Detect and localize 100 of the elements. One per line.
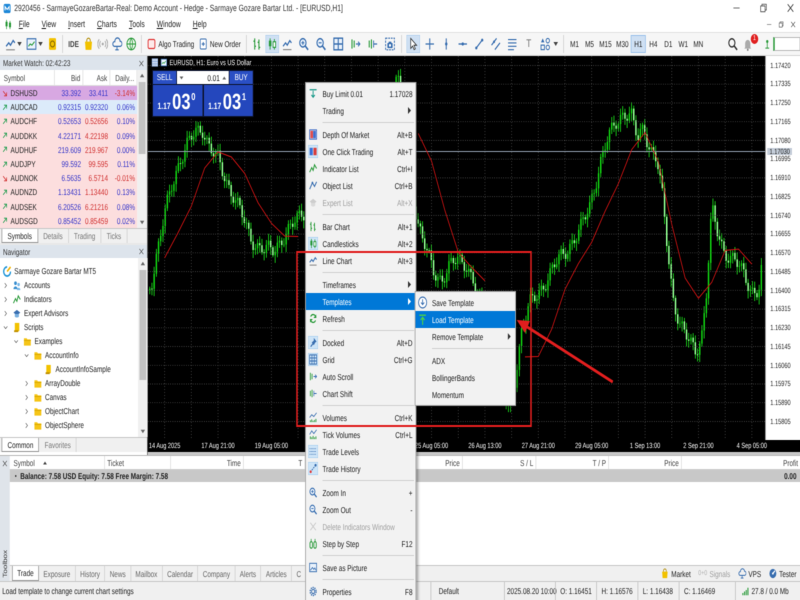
symbol-row[interactable]: AUDNZD 1.13431 1.13440 0.13% (0, 185, 138, 200)
cloud-icon[interactable] (112, 37, 122, 51)
timeframe-button[interactable]: H1 (630, 35, 646, 53)
menu-item[interactable]: Chart Shift (306, 387, 416, 400)
scrollbar-thumb[interactable] (138, 82, 146, 154)
menu-item[interactable]: Tools (122, 19, 151, 29)
timeframe-button[interactable]: M5 (582, 35, 597, 53)
tree-item[interactable]: ObjectSphere (45, 420, 84, 430)
sell-price-button[interactable]: 1.1703$^{0}$ (153, 85, 202, 116)
menu-item[interactable]: Trading (306, 104, 416, 117)
symbol-row[interactable]: DSHUSD 33.392 33.411 -3.14% (0, 86, 138, 100)
caret-icon[interactable] (17, 42, 22, 46)
bars-shift-icon[interactable] (367, 37, 378, 51)
menu-item[interactable]: Object List Ctrl+B (306, 179, 416, 192)
lot-field[interactable]: 0.01 (177, 71, 229, 84)
menu-item[interactable]: Save as Picture (306, 561, 416, 574)
menu-item[interactable]: One Click Trading Alt+T (306, 145, 416, 158)
restore-icon[interactable] (778, 20, 784, 28)
menu-item[interactable]: Timeframes (306, 278, 416, 291)
timeframe-button[interactable]: MN (690, 35, 706, 53)
close-icon[interactable] (786, 3, 794, 13)
column-header[interactable]: Time (171, 456, 244, 469)
scrollbar-thumb[interactable] (140, 270, 146, 380)
menu-item[interactable]: Volumes Ctrl+K (306, 411, 416, 424)
menu-item[interactable]: Grid Ctrl+G (306, 353, 416, 366)
menu-item[interactable]: Load Template (416, 311, 516, 328)
signal-icon[interactable] (764, 37, 771, 51)
tree-item[interactable]: Indicators (24, 294, 52, 304)
algo-trading-button[interactable]: Algo Trading (144, 34, 196, 54)
menu-item[interactable]: Bar Chart Alt+1 (306, 220, 416, 233)
menu-item[interactable]: Tick Volumes Ctrl+L (306, 428, 416, 441)
search-icon[interactable] (727, 37, 738, 51)
symbol-row[interactable]: AUDJPY 99.592 99.595 0.11% (0, 156, 138, 172)
menu-item[interactable]: Buy Limit 0.01 1.17028 (306, 87, 416, 100)
zoom-out-icon[interactable] (315, 37, 326, 51)
menu-item[interactable]: ADX (416, 354, 516, 367)
caret-up-icon[interactable] (140, 260, 146, 267)
tree-item[interactable]: ArrayDouble (45, 378, 80, 388)
chart-bars-icon[interactable] (4, 18, 13, 30)
menu-item[interactable]: Templates (306, 293, 416, 310)
candlestick-icon[interactable] (266, 35, 279, 53)
menu-item[interactable]: Window (150, 19, 187, 29)
timeframe-button[interactable]: D1 (660, 35, 676, 53)
column-header[interactable]: T / P (536, 456, 609, 469)
menu-item[interactable]: Trade History (306, 462, 416, 475)
timeframe-button[interactable]: W1 (676, 35, 691, 53)
menu-item[interactable]: View (36, 19, 62, 29)
menu-item[interactable]: Candlesticks Alt+2 (306, 237, 416, 250)
menu-item[interactable]: BollingerBands (416, 371, 516, 384)
menu-item[interactable]: Charts (91, 19, 123, 29)
menu-item[interactable]: File (12, 19, 36, 29)
tree-item[interactable]: Scripts (24, 322, 44, 332)
menu-item[interactable]: Auto Scroll (306, 370, 416, 383)
timeframe-button[interactable]: M30 (614, 35, 631, 53)
ide-button[interactable]: IDE (66, 34, 82, 54)
column-header[interactable]: Symbol (10, 456, 105, 469)
panel-button[interactable]: VPS (734, 566, 765, 581)
column-header[interactable]: Ticket (105, 456, 171, 469)
tab[interactable]: Favorites (39, 438, 77, 452)
symbol-row[interactable]: AUDNOK 6.5635 6.5714 -0.01% (0, 171, 138, 186)
symbol-row[interactable]: AUDCAD 0.92315 0.92320 0.06% (0, 100, 138, 114)
symbol-row[interactable]: AUDHUF 219.609 219.967 0.00% (0, 142, 138, 157)
sell-button[interactable]: SELL (153, 71, 176, 84)
symbol-row[interactable]: AUDCHF 0.52653 0.52656 0.10% (0, 114, 138, 129)
tab[interactable]: Trade (12, 566, 39, 581)
menu-item[interactable]: Insert (62, 19, 92, 29)
tab[interactable]: Common (2, 438, 40, 452)
tree-item[interactable]: AccountInfoSample (56, 364, 111, 374)
menu-item[interactable]: Save Template (416, 296, 516, 309)
menu-item[interactable]: Indicator List Ctrl+I (306, 162, 416, 175)
tree-item[interactable]: Accounts (24, 280, 50, 290)
tab[interactable]: Symbols (2, 229, 38, 243)
column-header[interactable]: Bid (54, 70, 84, 85)
column-header[interactable]: S / L (462, 456, 536, 469)
zoom-in-icon[interactable] (298, 37, 309, 51)
input-field[interactable] (773, 37, 800, 51)
menu-item[interactable]: Step by Step F12 (306, 537, 416, 550)
caret-down-icon[interactable] (179, 74, 184, 80)
tree-item[interactable]: ObjectChart (45, 406, 80, 416)
menu-item[interactable]: Refresh (306, 312, 416, 325)
scrollbar[interactable] (137, 70, 147, 228)
tree-item[interactable]: AccountInfo (45, 350, 79, 360)
caret-icon[interactable] (38, 42, 43, 46)
bell-icon[interactable] (742, 37, 753, 51)
menu-item[interactable]: Momentum (416, 388, 516, 401)
camera-icon[interactable] (384, 37, 395, 51)
tree-item[interactable]: Sarmaye Gozare Bartar MT5 (14, 266, 96, 276)
grid-icon[interactable] (332, 37, 344, 51)
tree-item[interactable]: Expert Advisors (24, 308, 68, 318)
menu-item[interactable]: Help (186, 19, 213, 29)
bars-arrow-icon[interactable] (350, 37, 360, 51)
bag-icon[interactable] (83, 37, 94, 51)
menu-item[interactable]: Trade Levels (306, 445, 416, 458)
symbol-row[interactable]: AUDSEK 6.20526 6.21216 0.08% (0, 200, 138, 214)
restore-icon[interactable] (760, 3, 768, 13)
new-order-button[interactable]: New Order (196, 34, 243, 54)
column-header[interactable]: Profit (682, 456, 800, 469)
timeframe-button[interactable]: M15 (597, 35, 614, 53)
menu-item[interactable]: Zoom In + (306, 486, 416, 499)
text-tool-button[interactable]: T (521, 35, 536, 53)
